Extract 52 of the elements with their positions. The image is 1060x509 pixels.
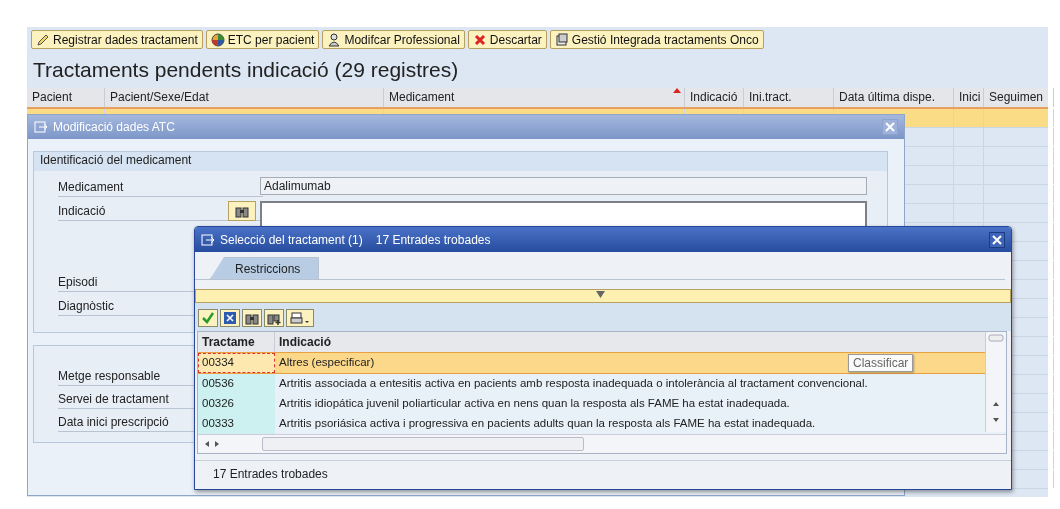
search-button[interactable] [242, 309, 262, 327]
check-icon [201, 311, 215, 325]
confirm-button[interactable] [198, 309, 218, 327]
column-header[interactable]: Medicament [384, 88, 685, 107]
table-cell[interactable]: Artritis psoriásica activa i progressiva en pacients adults quan la resposta als FAME ha estat inadequada. [275, 414, 820, 434]
person-icon [327, 32, 342, 47]
column-header[interactable]: Data última dispe. [834, 88, 954, 107]
search-next-button[interactable] [264, 309, 284, 327]
status-text: 17 Entrades trobades [213, 467, 328, 481]
page-title: Tractaments pendents indicació (29 registres) [32, 57, 460, 83]
medication-field[interactable]: Adalimumab [260, 177, 867, 195]
toolbar-button[interactable]: Gestió Integrada tractaments Onco [549, 30, 764, 49]
close-button[interactable] [989, 231, 1005, 248]
binoculars-icon [235, 204, 249, 218]
dialog-title: Modificació dades ATC [53, 120, 175, 134]
tooltip: Classificar [848, 354, 914, 372]
print-button[interactable] [286, 309, 314, 327]
cancel-icon [472, 32, 487, 47]
toolbar-button[interactable]: Registrar dades tractament [31, 30, 203, 49]
horizontal-scrollbar[interactable] [198, 434, 1006, 453]
column-header[interactable]: Inici [954, 88, 984, 107]
column-header[interactable]: Ini.tract. [744, 88, 834, 107]
toolbar-button[interactable]: Modifcar Professional [322, 30, 465, 49]
vertical-scrollbar[interactable] [985, 332, 1006, 432]
group-title: Identificació del medicament [34, 152, 887, 171]
column-header[interactable]: Pacient [27, 88, 105, 107]
table-cell[interactable]: 00333 [198, 414, 275, 434]
document-icon [554, 32, 569, 47]
printer-icon [290, 311, 310, 325]
dialog-icon [34, 120, 48, 134]
cancel-button[interactable] [220, 309, 240, 327]
pencil-icon [36, 32, 50, 47]
table-cell[interactable]: 00334 [198, 353, 275, 373]
column-header[interactable]: Pacient/Sexe/Edat [105, 88, 384, 107]
table-cell[interactable]: 00326 [198, 394, 275, 414]
column-header[interactable]: Indicació [685, 88, 744, 107]
tab[interactable]: Restriccions [210, 257, 320, 279]
toolbar-button[interactable]: ETC per pacient [205, 30, 320, 49]
table-cell[interactable]: 00536 [198, 374, 275, 394]
column-header[interactable]: Seguimen [984, 88, 1054, 107]
table-cell[interactable]: Artritis associada a entesitis activa en pacients amb resposta inadequada o intolerància al tractament convencional. [275, 374, 872, 394]
binoculars-plus-icon [267, 311, 281, 325]
cancel-icon [223, 311, 237, 325]
binoculars-icon [245, 311, 259, 325]
color-wheel-icon [210, 32, 225, 47]
table-cell[interactable]: Artritis idiopática juvenil poliarticular activa en nens quan la resposta als FAME ha estat inadequada. [275, 394, 794, 414]
popup-title: Selecció del tractament (1) [220, 232, 363, 247]
toolbar-button[interactable]: Descartar [467, 30, 547, 49]
dialog-icon [201, 232, 215, 247]
table-cell[interactable]: Altres (especificar) [275, 353, 379, 373]
entries-count: 17 Entrades trobades [375, 232, 491, 247]
search-button[interactable] [228, 201, 256, 221]
